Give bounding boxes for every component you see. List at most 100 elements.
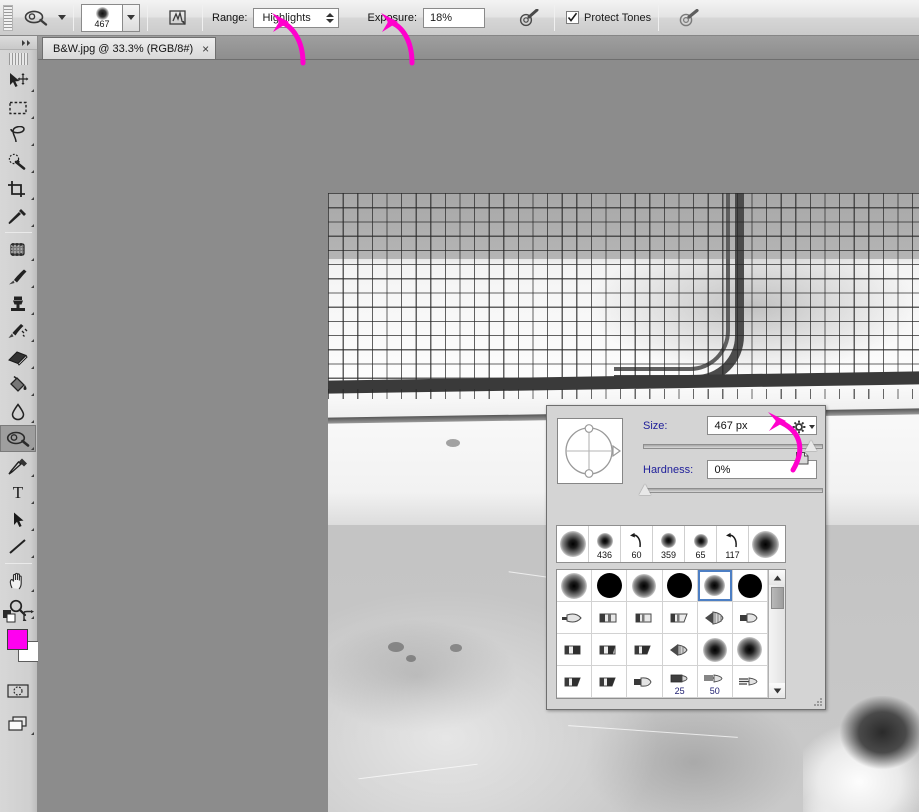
brush-preset-0[interactable]	[557, 570, 593, 602]
brush-preset-20[interactable]	[627, 666, 663, 698]
brush-preset-3[interactable]	[662, 570, 698, 602]
eraser-tool[interactable]	[0, 344, 36, 371]
options-bar-gripper[interactable]	[3, 4, 13, 31]
recent-brush-5[interactable]: 117	[717, 526, 749, 562]
tool-options-corner-icon	[31, 589, 34, 592]
toggle-brush-panel-icon[interactable]	[161, 5, 195, 31]
recent-brush-2[interactable]: 60	[621, 526, 653, 562]
airbrush-icon[interactable]	[513, 5, 547, 31]
brush-preset-1[interactable]	[592, 570, 628, 602]
default-colors-icon[interactable]	[3, 610, 16, 626]
scroll-up-arrow-icon[interactable]	[769, 570, 785, 585]
paint-bucket-tool[interactable]	[0, 371, 36, 398]
close-icon[interactable]: ×	[202, 43, 209, 55]
brush-hardness-label: Hardness:	[643, 463, 694, 476]
brush-tool[interactable]	[0, 263, 36, 290]
brush-grid-scrollbar[interactable]	[768, 570, 785, 698]
brush-size-value: 467	[94, 19, 110, 29]
brush-preset-16[interactable]	[697, 634, 733, 666]
protect-tones-checkbox[interactable]: Protect Tones	[566, 11, 651, 24]
brush-size-slider[interactable]	[643, 440, 823, 452]
resize-grip-icon[interactable]	[813, 697, 823, 707]
brush-preset-picker-chevron-icon[interactable]	[123, 3, 140, 32]
brush-hardness-slider-thumb[interactable]	[639, 484, 651, 495]
brush-preset-23[interactable]	[732, 666, 769, 698]
clone-stamp-tool[interactable]	[0, 290, 36, 317]
brush-preset-2[interactable]	[627, 570, 663, 602]
tablet-pressure-icon[interactable]	[672, 5, 706, 31]
protect-tones-checkmark-icon	[566, 11, 580, 24]
brush-thumbnail	[704, 610, 724, 625]
brush-size-slider-thumb[interactable]	[805, 440, 817, 451]
spot-healing-brush-tool[interactable]	[0, 236, 36, 263]
collapse-panel-icon[interactable]	[0, 36, 37, 50]
panel-menu-gear-icon[interactable]	[792, 420, 815, 434]
brush-preset-21[interactable]: 25	[662, 666, 698, 698]
pen-tool[interactable]	[0, 452, 36, 479]
brush-preset-17[interactable]	[732, 634, 769, 666]
brush-preset-12[interactable]	[557, 634, 593, 666]
type-tool[interactable]: T	[0, 479, 36, 506]
quick-mask-icon[interactable]	[0, 677, 36, 704]
image-speck	[450, 644, 462, 652]
swap-colors-icon[interactable]	[22, 610, 35, 626]
scroll-down-arrow-icon[interactable]	[769, 683, 785, 698]
brush-preset-5[interactable]	[732, 570, 769, 602]
brush-preset-18[interactable]	[557, 666, 593, 698]
quick-selection-tool[interactable]	[0, 148, 36, 175]
rectangular-marquee-tool[interactable]	[0, 94, 36, 121]
path-selection-tool[interactable]	[0, 506, 36, 533]
brush-preset-11[interactable]	[732, 602, 769, 634]
brush-preset-8[interactable]	[627, 602, 663, 634]
canvas-area[interactable]: Size: 467 px Hardness: 0% 436 60 359 65 …	[38, 60, 919, 812]
tool-options-corner-icon	[31, 89, 34, 92]
range-dropdown[interactable]: Highlights	[253, 7, 340, 28]
dodge-tool[interactable]	[0, 425, 36, 452]
recent-brush-4[interactable]: 65	[685, 526, 717, 562]
tools-panel-gripper[interactable]	[9, 53, 28, 65]
exposure-input[interactable]: 18%	[423, 7, 486, 28]
brush-preset-19[interactable]	[592, 666, 628, 698]
foreground-color-swatch[interactable]	[7, 629, 28, 650]
crop-tool[interactable]	[0, 175, 36, 202]
recent-brush-1[interactable]: 436	[589, 526, 621, 562]
tool-options-corner-icon	[31, 393, 34, 396]
brush-size-preview[interactable]: 467	[81, 3, 123, 32]
brush-thumbnail	[738, 677, 758, 686]
brush-thumbnail	[629, 532, 641, 547]
exposure-label: Exposure:	[367, 11, 418, 24]
recent-brush-3[interactable]: 359	[653, 526, 685, 562]
recent-brush-0[interactable]	[557, 526, 589, 562]
blur-tool[interactable]	[0, 398, 36, 425]
document-tab[interactable]: B&W.jpg @ 33.3% (RGB/8#) ×	[42, 37, 217, 59]
eyedropper-tool[interactable]	[0, 202, 36, 229]
options-bar: 467 Range: Highlights Exposure: 18% Prot…	[0, 0, 919, 36]
brush-preset-10[interactable]	[697, 602, 733, 634]
tools-panel: T	[0, 36, 39, 812]
scrollbar-thumb[interactable]	[771, 587, 785, 609]
brush-preset-6[interactable]	[557, 602, 593, 634]
hand-tool[interactable]	[0, 567, 36, 594]
history-brush-tool[interactable]	[0, 317, 36, 344]
brush-thumbnail	[596, 532, 613, 549]
brush-preset-15[interactable]	[662, 634, 698, 666]
document-tab-bar: B&W.jpg @ 33.3% (RGB/8#) ×	[38, 36, 919, 60]
brush-preset-4[interactable]	[697, 570, 733, 602]
line-tool[interactable]	[0, 533, 36, 560]
move-tool[interactable]	[0, 67, 36, 94]
brush-preset-13[interactable]	[592, 634, 628, 666]
brush-preset-14[interactable]	[627, 634, 663, 666]
new-brush-preset-icon[interactable]	[796, 452, 809, 465]
lasso-tool[interactable]	[0, 121, 36, 148]
dodge-tool-icon[interactable]	[19, 5, 53, 31]
brush-preset-7[interactable]	[592, 602, 628, 634]
brush-hardness-slider[interactable]	[639, 484, 823, 496]
brush-preset-22[interactable]: 50	[697, 666, 733, 698]
brush-tip-shape-preview[interactable]	[557, 418, 623, 484]
screen-mode-icon[interactable]	[0, 710, 36, 737]
brush-size-row: Size: 467 px	[643, 416, 817, 435]
recent-brush-6[interactable]	[749, 526, 781, 562]
chevron-down-icon[interactable]	[809, 425, 815, 429]
tool-preset-chevron-icon[interactable]	[58, 15, 66, 20]
brush-preset-9[interactable]	[662, 602, 698, 634]
